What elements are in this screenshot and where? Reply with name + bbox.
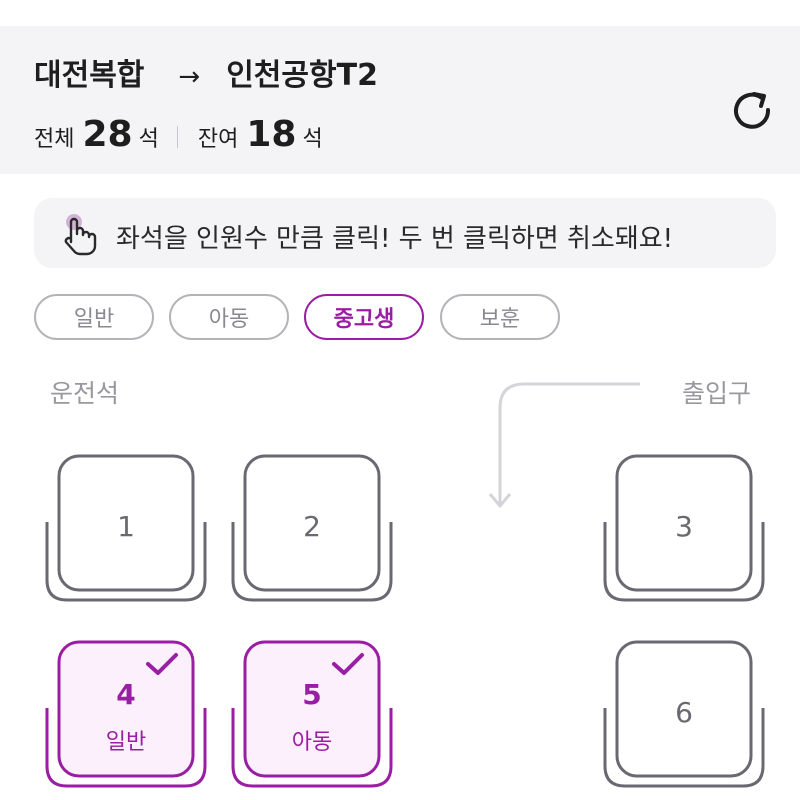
tab-child[interactable]: 아동 xyxy=(169,294,289,340)
total-unit: 석 xyxy=(138,127,159,152)
tab-general[interactable]: 일반 xyxy=(34,294,154,340)
refresh-icon xyxy=(734,92,771,129)
destination-terminal: 인천공항T2 xyxy=(226,58,378,93)
check-icon xyxy=(332,653,364,675)
route-title: 대전복합 → 인천공항T2 xyxy=(34,50,378,94)
seat-1[interactable]: 1 xyxy=(41,452,211,612)
seat-passenger-type: 일반 xyxy=(105,730,147,755)
remaining-unit: 석 xyxy=(302,127,323,152)
instruction-text: 좌석을 인원수 만큼 클릭! 두 번 클릭하면 취소돼요! xyxy=(116,224,674,254)
seat-passenger-type: 아동 xyxy=(291,730,333,755)
seat-outline xyxy=(45,640,207,788)
seat-number: 5 xyxy=(302,678,322,711)
total-label: 전체 xyxy=(34,127,75,152)
instruction-banner: 좌석을 인원수 만큼 클릭! 두 번 클릭하면 취소돼요! xyxy=(34,198,776,268)
seat-number: 1 xyxy=(117,510,135,543)
total-count: 28 xyxy=(82,114,133,155)
seat-number: 2 xyxy=(303,510,321,543)
origin-terminal: 대전복합 xyxy=(34,58,145,93)
seat-number: 6 xyxy=(675,696,693,729)
tab-veteran[interactable]: 보훈 xyxy=(440,294,560,340)
remaining-label: 잔여 xyxy=(197,127,239,152)
remaining-count: 18 xyxy=(246,114,297,155)
route-arrow-icon: → xyxy=(178,62,201,92)
tap-hand-icon xyxy=(64,214,97,256)
seat-number: 3 xyxy=(675,510,693,543)
tab-student[interactable]: 중고생 xyxy=(304,294,424,340)
driver-seat-label: 운전석 xyxy=(50,379,120,408)
seat-6[interactable]: 6 xyxy=(599,638,769,798)
seat-4[interactable]: 4 일반 xyxy=(41,638,211,798)
seat-5[interactable]: 5 아동 xyxy=(227,638,397,798)
seat-number: 4 xyxy=(116,678,136,711)
seat-outline xyxy=(231,640,393,788)
entrance-label: 출입구 xyxy=(682,379,752,408)
seat-3[interactable]: 3 xyxy=(599,452,769,612)
check-icon xyxy=(146,653,178,675)
refresh-button[interactable] xyxy=(730,88,776,134)
seat-counts: 전체 28 석 잔여 18 석 xyxy=(34,114,323,155)
seat-2[interactable]: 2 xyxy=(227,452,397,612)
divider xyxy=(176,126,178,148)
